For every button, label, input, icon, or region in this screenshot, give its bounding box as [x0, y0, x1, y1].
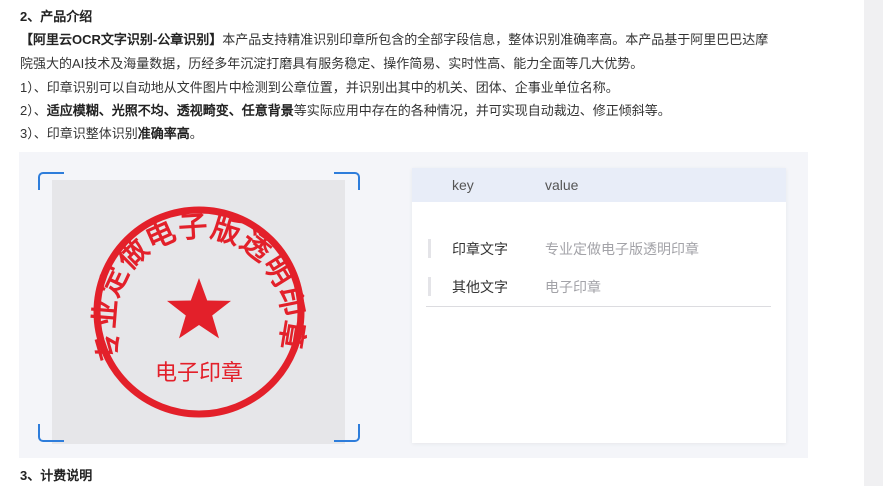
product-description-page: 2、产品介绍 【阿里云OCR文字识别-公章识别】本产品支持精准识别印章所包含的全… [0, 0, 864, 486]
product-intro-section: 2、产品介绍 【阿里云OCR文字识别-公章识别】本产品支持精准识别印章所包含的全… [20, 6, 850, 145]
row-marker [428, 239, 431, 258]
scan-frame-corner-bottom-left [38, 424, 64, 442]
table-divider [426, 306, 771, 307]
intro-text-line2: 院强大的AI技术及海量数据，历经多年沉淀打磨具有服务稳定、操作简易、实时性高、能… [20, 56, 644, 71]
section-heading-billing: 3、计费说明 [20, 468, 93, 483]
scan-frame-corner-bottom-right [334, 424, 360, 442]
row-value: 电子印章 [545, 279, 601, 295]
feature-item-3-suffix: 。 [189, 126, 203, 141]
table-row: 印章文字 专业定做电子版透明印章 [412, 230, 786, 268]
intro-product-name: 【阿里云OCR文字识别-公章识别】 [20, 32, 223, 47]
scan-frame-corner-top-left [38, 172, 64, 190]
section-heading-product-intro: 2、产品介绍 [20, 9, 93, 24]
intro-paragraph: 【阿里云OCR文字识别-公章识别】本产品支持精准识别印章所包含的全部字段信息，整… [20, 28, 850, 76]
feature-item-3-bold: 准确率高 [137, 126, 190, 141]
page-side-scrollbar[interactable] [864, 0, 883, 486]
official-seal-stamp: 专业定做电子版透明印章 电子印章 [87, 206, 310, 418]
feature-item-2-bold: 适应模糊、光照不均、透视畸变、任意背景 [46, 103, 294, 118]
result-table-header: key value [412, 168, 786, 202]
feature-item-2-rest: 等实际应用中存在的各种情况，并可实现自动裁边、修正倾斜等。 [293, 103, 671, 118]
table-row: 其他文字 电子印章 [412, 268, 786, 306]
column-header-key: key [452, 177, 474, 193]
seal-recognition-demo-image: 专业定做电子版透明印章 电子印章 key value 印章文字 专业定做电子版透… [19, 152, 808, 458]
row-value: 专业定做电子版透明印章 [545, 241, 699, 257]
intro-text-line1: 本产品支持精准识别印章所包含的全部字段信息，整体识别准确率高。本产品基于阿里巴巴… [222, 32, 769, 47]
star-icon [167, 278, 231, 339]
feature-item-2-prefix: 2）、 [20, 103, 47, 118]
row-key: 印章文字 [452, 241, 508, 257]
feature-item-1: 1）、印章识别可以自动地从文件图片中检测到公章位置，并识别出其中的机关、团体、企… [20, 80, 619, 95]
recognition-result-table: key value 印章文字 专业定做电子版透明印章 其他文字 电子印章 [412, 168, 786, 443]
scan-frame-corner-top-right [334, 172, 360, 190]
row-key: 其他文字 [452, 279, 508, 295]
feature-item-2: 2）、适应模糊、光照不均、透视畸变、任意背景等实际应用中存在的各种情况，并可实现… [20, 99, 850, 122]
feature-item-3-prefix: 3）、印章识整体识别 [20, 126, 138, 141]
column-header-value: value [545, 177, 579, 193]
row-marker [428, 277, 431, 296]
seal-center-text: 电子印章 [155, 361, 243, 386]
feature-item-3: 3）、印章识整体识别准确率高。 [20, 122, 850, 145]
